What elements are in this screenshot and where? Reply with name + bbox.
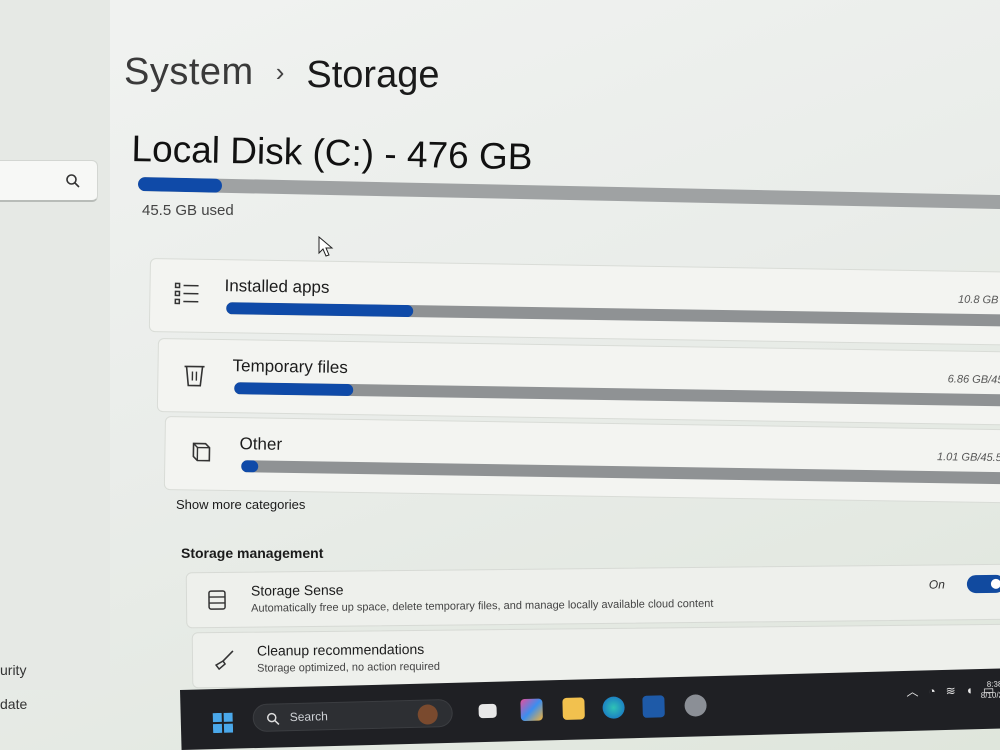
cleanup-title: Cleanup recommendations [256, 640, 425, 659]
category-bar [226, 302, 1000, 327]
category-bar-fill [241, 460, 259, 473]
clock-time: 8:38 AM [986, 679, 1000, 689]
trash-icon [182, 361, 206, 392]
category-installed-apps[interactable]: Installed apps 10.8 GB [148, 258, 1000, 346]
task-view-icon[interactable] [478, 703, 497, 719]
category-label: Other [239, 434, 283, 454]
mouse-cursor-icon [318, 236, 334, 257]
storage-sense-toggle[interactable] [966, 574, 1000, 594]
search-highlight-avatar [417, 704, 438, 725]
cleanup-status: Storage optimized, no action required [257, 660, 441, 675]
category-label: Installed apps [224, 276, 330, 297]
box-icon [189, 439, 213, 468]
list-icon [174, 281, 200, 310]
category-bar [234, 382, 1000, 407]
search-icon[interactable] [65, 173, 81, 194]
settings-gear-icon[interactable] [684, 694, 707, 717]
category-size: 10.8 GB [957, 293, 999, 307]
broom-icon [213, 649, 235, 676]
taskbar-clock[interactable]: 8:38 AM 8/10/2025 [980, 678, 1000, 701]
storage-management-heading: Storage management [181, 545, 324, 561]
category-size: 1.01 GB/45.5 G [936, 451, 1000, 465]
settings-window: urity date System › Storage Local Disk (… [0, 0, 1000, 750]
breadcrumb-separator: › [275, 57, 285, 87]
store-icon[interactable] [642, 695, 665, 718]
storage-sense-title: Storage Sense [250, 581, 344, 599]
copilot-icon[interactable] [520, 698, 543, 722]
clock-date: 8/10/2025 [980, 690, 1000, 701]
nav-item-security[interactable]: urity [0, 662, 26, 678]
category-bar-fill [226, 302, 414, 318]
file-explorer-icon[interactable] [562, 697, 585, 720]
nav-item-update[interactable]: date [0, 696, 27, 712]
chevron-up-icon[interactable]: ︿ [906, 683, 918, 700]
disk-used-label: 45.5 GB used [142, 202, 234, 219]
left-nav: urity date [0, 0, 110, 712]
category-bar-fill [234, 382, 354, 397]
category-bar [241, 460, 1000, 485]
windows-start-icon[interactable] [212, 712, 234, 739]
disk-usage-bar [137, 177, 1000, 210]
volume-icon[interactable]: ◖ [965, 683, 973, 697]
show-more-categories-link[interactable]: Show more categories [176, 497, 305, 512]
edge-browser-icon[interactable] [602, 696, 625, 719]
toggle-knob [990, 578, 1000, 589]
category-temporary-files[interactable]: Temporary files 6.86 GB/45. [156, 338, 1000, 426]
category-label: Temporary files [232, 356, 348, 377]
page-title: Storage [306, 54, 440, 96]
disk-usage-fill [137, 177, 223, 193]
breadcrumb-system[interactable]: System [124, 51, 254, 94]
settings-search-box[interactable] [0, 160, 98, 202]
copilot-tray-icon[interactable]: ◔ [928, 684, 936, 698]
taskbar-search[interactable]: Search [252, 698, 454, 733]
category-other[interactable]: Other 1.01 GB/45.5 G [163, 416, 1000, 504]
storage-sense-description: Automatically free up space, delete temp… [251, 597, 714, 615]
disk-title: Local Disk (C:) - 476 GB [131, 128, 533, 178]
storage-sense-card[interactable]: Storage Sense Automatically free up spac… [185, 563, 1000, 629]
storage-sense-icon [207, 589, 227, 616]
taskbar-search-placeholder: Search [289, 709, 328, 725]
toggle-state-label: On [928, 577, 945, 592]
search-icon [266, 711, 280, 730]
breadcrumb: System › Storage [124, 48, 439, 97]
category-size: 6.86 GB/45. [947, 373, 1000, 387]
network-icon[interactable]: ≋ [945, 683, 955, 697]
